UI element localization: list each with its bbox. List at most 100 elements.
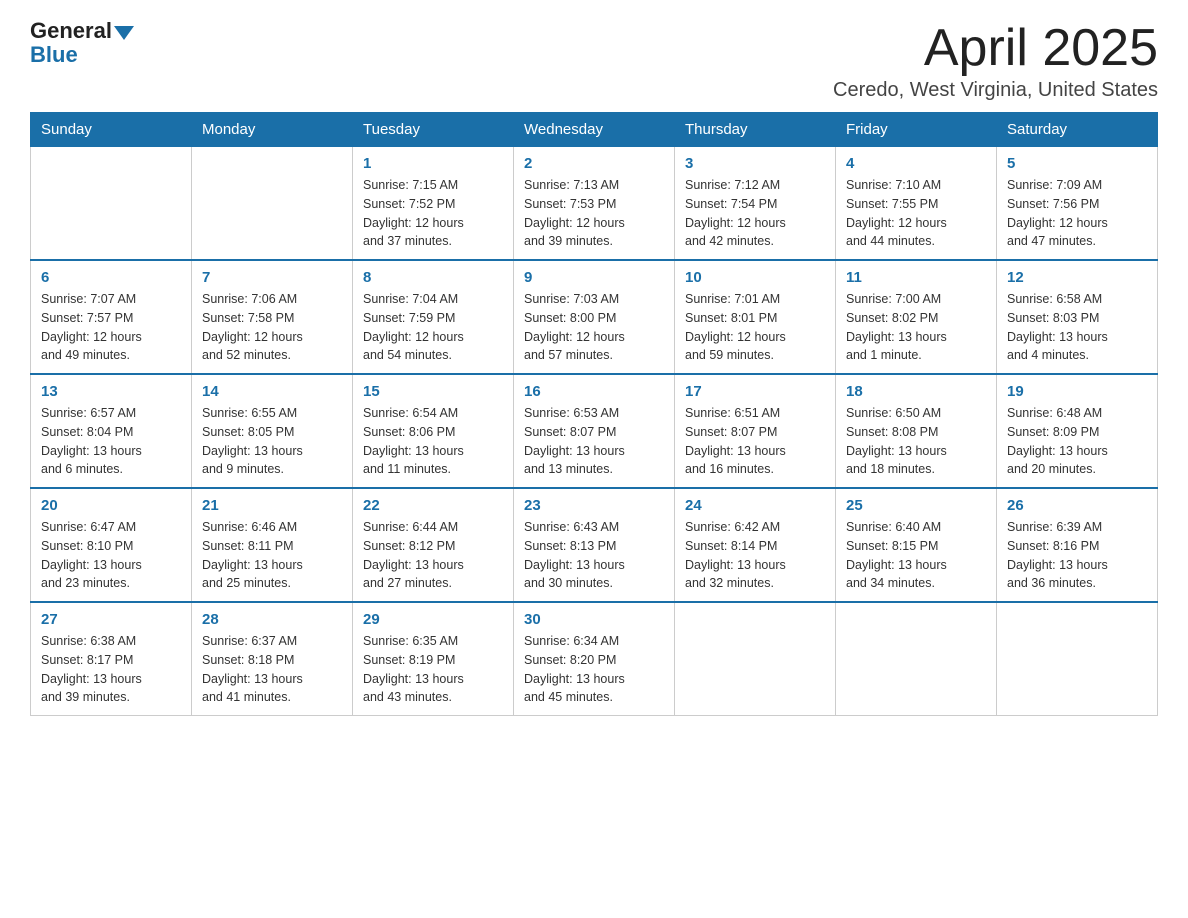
month-title: April 2025 (833, 20, 1158, 77)
day-number: 15 (363, 383, 503, 400)
calendar-cell: 11 Sunrise: 7:00 AM Sunset: 8:02 PM Dayli… (836, 260, 997, 374)
day-number: 2 (524, 155, 664, 172)
calendar-header-tuesday: Tuesday (353, 113, 514, 147)
day-info: Sunrise: 6:43 AM Sunset: 8:13 PM Dayligh… (524, 518, 664, 593)
day-info: Sunrise: 6:40 AM Sunset: 8:15 PM Dayligh… (846, 518, 986, 593)
day-info: Sunrise: 6:54 AM Sunset: 8:06 PM Dayligh… (363, 404, 503, 479)
calendar-cell: 18 Sunrise: 6:50 AM Sunset: 8:08 PM Dayli… (836, 374, 997, 488)
calendar-cell: 16 Sunrise: 6:53 AM Sunset: 8:07 PM Dayli… (514, 374, 675, 488)
logo-general-text: General (30, 20, 112, 42)
day-info: Sunrise: 7:12 AM Sunset: 7:54 PM Dayligh… (685, 176, 825, 251)
day-info: Sunrise: 6:57 AM Sunset: 8:04 PM Dayligh… (41, 404, 181, 479)
day-number: 19 (1007, 383, 1147, 400)
calendar-week-row: 27 Sunrise: 6:38 AM Sunset: 8:17 PM Dayli… (31, 602, 1158, 716)
day-number: 12 (1007, 269, 1147, 286)
calendar-cell: 28 Sunrise: 6:37 AM Sunset: 8:18 PM Dayli… (192, 602, 353, 716)
calendar-cell: 29 Sunrise: 6:35 AM Sunset: 8:19 PM Dayli… (353, 602, 514, 716)
calendar-cell: 27 Sunrise: 6:38 AM Sunset: 8:17 PM Dayli… (31, 602, 192, 716)
day-info: Sunrise: 6:50 AM Sunset: 8:08 PM Dayligh… (846, 404, 986, 479)
day-number: 3 (685, 155, 825, 172)
calendar-cell: 17 Sunrise: 6:51 AM Sunset: 8:07 PM Dayli… (675, 374, 836, 488)
day-number: 30 (524, 611, 664, 628)
location-text: Ceredo, West Virginia, United States (833, 79, 1158, 102)
logo-blue-text: Blue (30, 42, 78, 68)
calendar-cell: 23 Sunrise: 6:43 AM Sunset: 8:13 PM Dayli… (514, 488, 675, 602)
day-info: Sunrise: 6:38 AM Sunset: 8:17 PM Dayligh… (41, 632, 181, 707)
calendar-cell: 4Sunrise: 7:10 AM Sunset: 7:55 PM Daylig… (836, 147, 997, 261)
day-info: Sunrise: 7:01 AM Sunset: 8:01 PM Dayligh… (685, 290, 825, 365)
day-number: 26 (1007, 497, 1147, 514)
calendar-header-monday: Monday (192, 113, 353, 147)
day-number: 21 (202, 497, 342, 514)
calendar-week-row: 20Sunrise: 6:47 AM Sunset: 8:10 PM Dayli… (31, 488, 1158, 602)
day-info: Sunrise: 6:47 AM Sunset: 8:10 PM Dayligh… (41, 518, 181, 593)
day-number: 29 (363, 611, 503, 628)
calendar-cell: 1Sunrise: 7:15 AM Sunset: 7:52 PM Daylig… (353, 147, 514, 261)
logo-triangle-icon (114, 26, 134, 40)
logo: General Blue (30, 20, 136, 68)
day-number: 17 (685, 383, 825, 400)
day-info: Sunrise: 6:55 AM Sunset: 8:05 PM Dayligh… (202, 404, 342, 479)
day-info: Sunrise: 7:00 AM Sunset: 8:02 PM Dayligh… (846, 290, 986, 365)
page-header: General Blue April 2025 Ceredo, West Vir… (30, 20, 1158, 102)
calendar-cell (192, 147, 353, 261)
day-number: 11 (846, 269, 986, 286)
day-number: 6 (41, 269, 181, 286)
day-number: 28 (202, 611, 342, 628)
title-block: April 2025 Ceredo, West Virginia, United… (833, 20, 1158, 102)
calendar-header-saturday: Saturday (997, 113, 1158, 147)
calendar-cell (836, 602, 997, 716)
calendar-cell: 20Sunrise: 6:47 AM Sunset: 8:10 PM Dayli… (31, 488, 192, 602)
day-number: 27 (41, 611, 181, 628)
calendar-cell: 5 Sunrise: 7:09 AM Sunset: 7:56 PM Daylig… (997, 147, 1158, 261)
day-number: 16 (524, 383, 664, 400)
day-info: Sunrise: 6:35 AM Sunset: 8:19 PM Dayligh… (363, 632, 503, 707)
day-info: Sunrise: 6:58 AM Sunset: 8:03 PM Dayligh… (1007, 290, 1147, 365)
calendar-cell: 8Sunrise: 7:04 AM Sunset: 7:59 PM Daylig… (353, 260, 514, 374)
calendar-header-wednesday: Wednesday (514, 113, 675, 147)
day-info: Sunrise: 6:34 AM Sunset: 8:20 PM Dayligh… (524, 632, 664, 707)
day-number: 23 (524, 497, 664, 514)
calendar-table: SundayMondayTuesdayWednesdayThursdayFrid… (30, 112, 1158, 716)
calendar-cell: 9 Sunrise: 7:03 AM Sunset: 8:00 PM Daylig… (514, 260, 675, 374)
calendar-cell: 24 Sunrise: 6:42 AM Sunset: 8:14 PM Dayli… (675, 488, 836, 602)
calendar-cell: 30 Sunrise: 6:34 AM Sunset: 8:20 PM Dayli… (514, 602, 675, 716)
day-number: 13 (41, 383, 181, 400)
calendar-cell: 14 Sunrise: 6:55 AM Sunset: 8:05 PM Dayli… (192, 374, 353, 488)
day-info: Sunrise: 7:07 AM Sunset: 7:57 PM Dayligh… (41, 290, 181, 365)
day-info: Sunrise: 6:46 AM Sunset: 8:11 PM Dayligh… (202, 518, 342, 593)
day-info: Sunrise: 7:06 AM Sunset: 7:58 PM Dayligh… (202, 290, 342, 365)
calendar-cell: 19 Sunrise: 6:48 AM Sunset: 8:09 PM Dayli… (997, 374, 1158, 488)
calendar-cell: 2Sunrise: 7:13 AM Sunset: 7:53 PM Daylig… (514, 147, 675, 261)
calendar-cell: 10Sunrise: 7:01 AM Sunset: 8:01 PM Dayli… (675, 260, 836, 374)
calendar-cell: 22Sunrise: 6:44 AM Sunset: 8:12 PM Dayli… (353, 488, 514, 602)
day-info: Sunrise: 7:04 AM Sunset: 7:59 PM Dayligh… (363, 290, 503, 365)
calendar-header-friday: Friday (836, 113, 997, 147)
day-info: Sunrise: 6:42 AM Sunset: 8:14 PM Dayligh… (685, 518, 825, 593)
calendar-cell (997, 602, 1158, 716)
calendar-cell: 13 Sunrise: 6:57 AM Sunset: 8:04 PM Dayli… (31, 374, 192, 488)
day-number: 5 (1007, 155, 1147, 172)
day-info: Sunrise: 6:48 AM Sunset: 8:09 PM Dayligh… (1007, 404, 1147, 479)
day-number: 9 (524, 269, 664, 286)
calendar-cell: 26Sunrise: 6:39 AM Sunset: 8:16 PM Dayli… (997, 488, 1158, 602)
day-number: 18 (846, 383, 986, 400)
day-info: Sunrise: 6:53 AM Sunset: 8:07 PM Dayligh… (524, 404, 664, 479)
calendar-cell: 6 Sunrise: 7:07 AM Sunset: 7:57 PM Daylig… (31, 260, 192, 374)
day-info: Sunrise: 7:10 AM Sunset: 7:55 PM Dayligh… (846, 176, 986, 251)
day-number: 7 (202, 269, 342, 286)
day-info: Sunrise: 6:37 AM Sunset: 8:18 PM Dayligh… (202, 632, 342, 707)
calendar-cell: 25 Sunrise: 6:40 AM Sunset: 8:15 PM Dayli… (836, 488, 997, 602)
calendar-cell: 7 Sunrise: 7:06 AM Sunset: 7:58 PM Daylig… (192, 260, 353, 374)
day-info: Sunrise: 6:51 AM Sunset: 8:07 PM Dayligh… (685, 404, 825, 479)
day-info: Sunrise: 7:09 AM Sunset: 7:56 PM Dayligh… (1007, 176, 1147, 251)
day-number: 1 (363, 155, 503, 172)
calendar-cell (675, 602, 836, 716)
day-info: Sunrise: 7:03 AM Sunset: 8:00 PM Dayligh… (524, 290, 664, 365)
day-number: 24 (685, 497, 825, 514)
calendar-week-row: 1Sunrise: 7:15 AM Sunset: 7:52 PM Daylig… (31, 147, 1158, 261)
calendar-cell (31, 147, 192, 261)
day-number: 25 (846, 497, 986, 514)
day-number: 14 (202, 383, 342, 400)
calendar-header-thursday: Thursday (675, 113, 836, 147)
